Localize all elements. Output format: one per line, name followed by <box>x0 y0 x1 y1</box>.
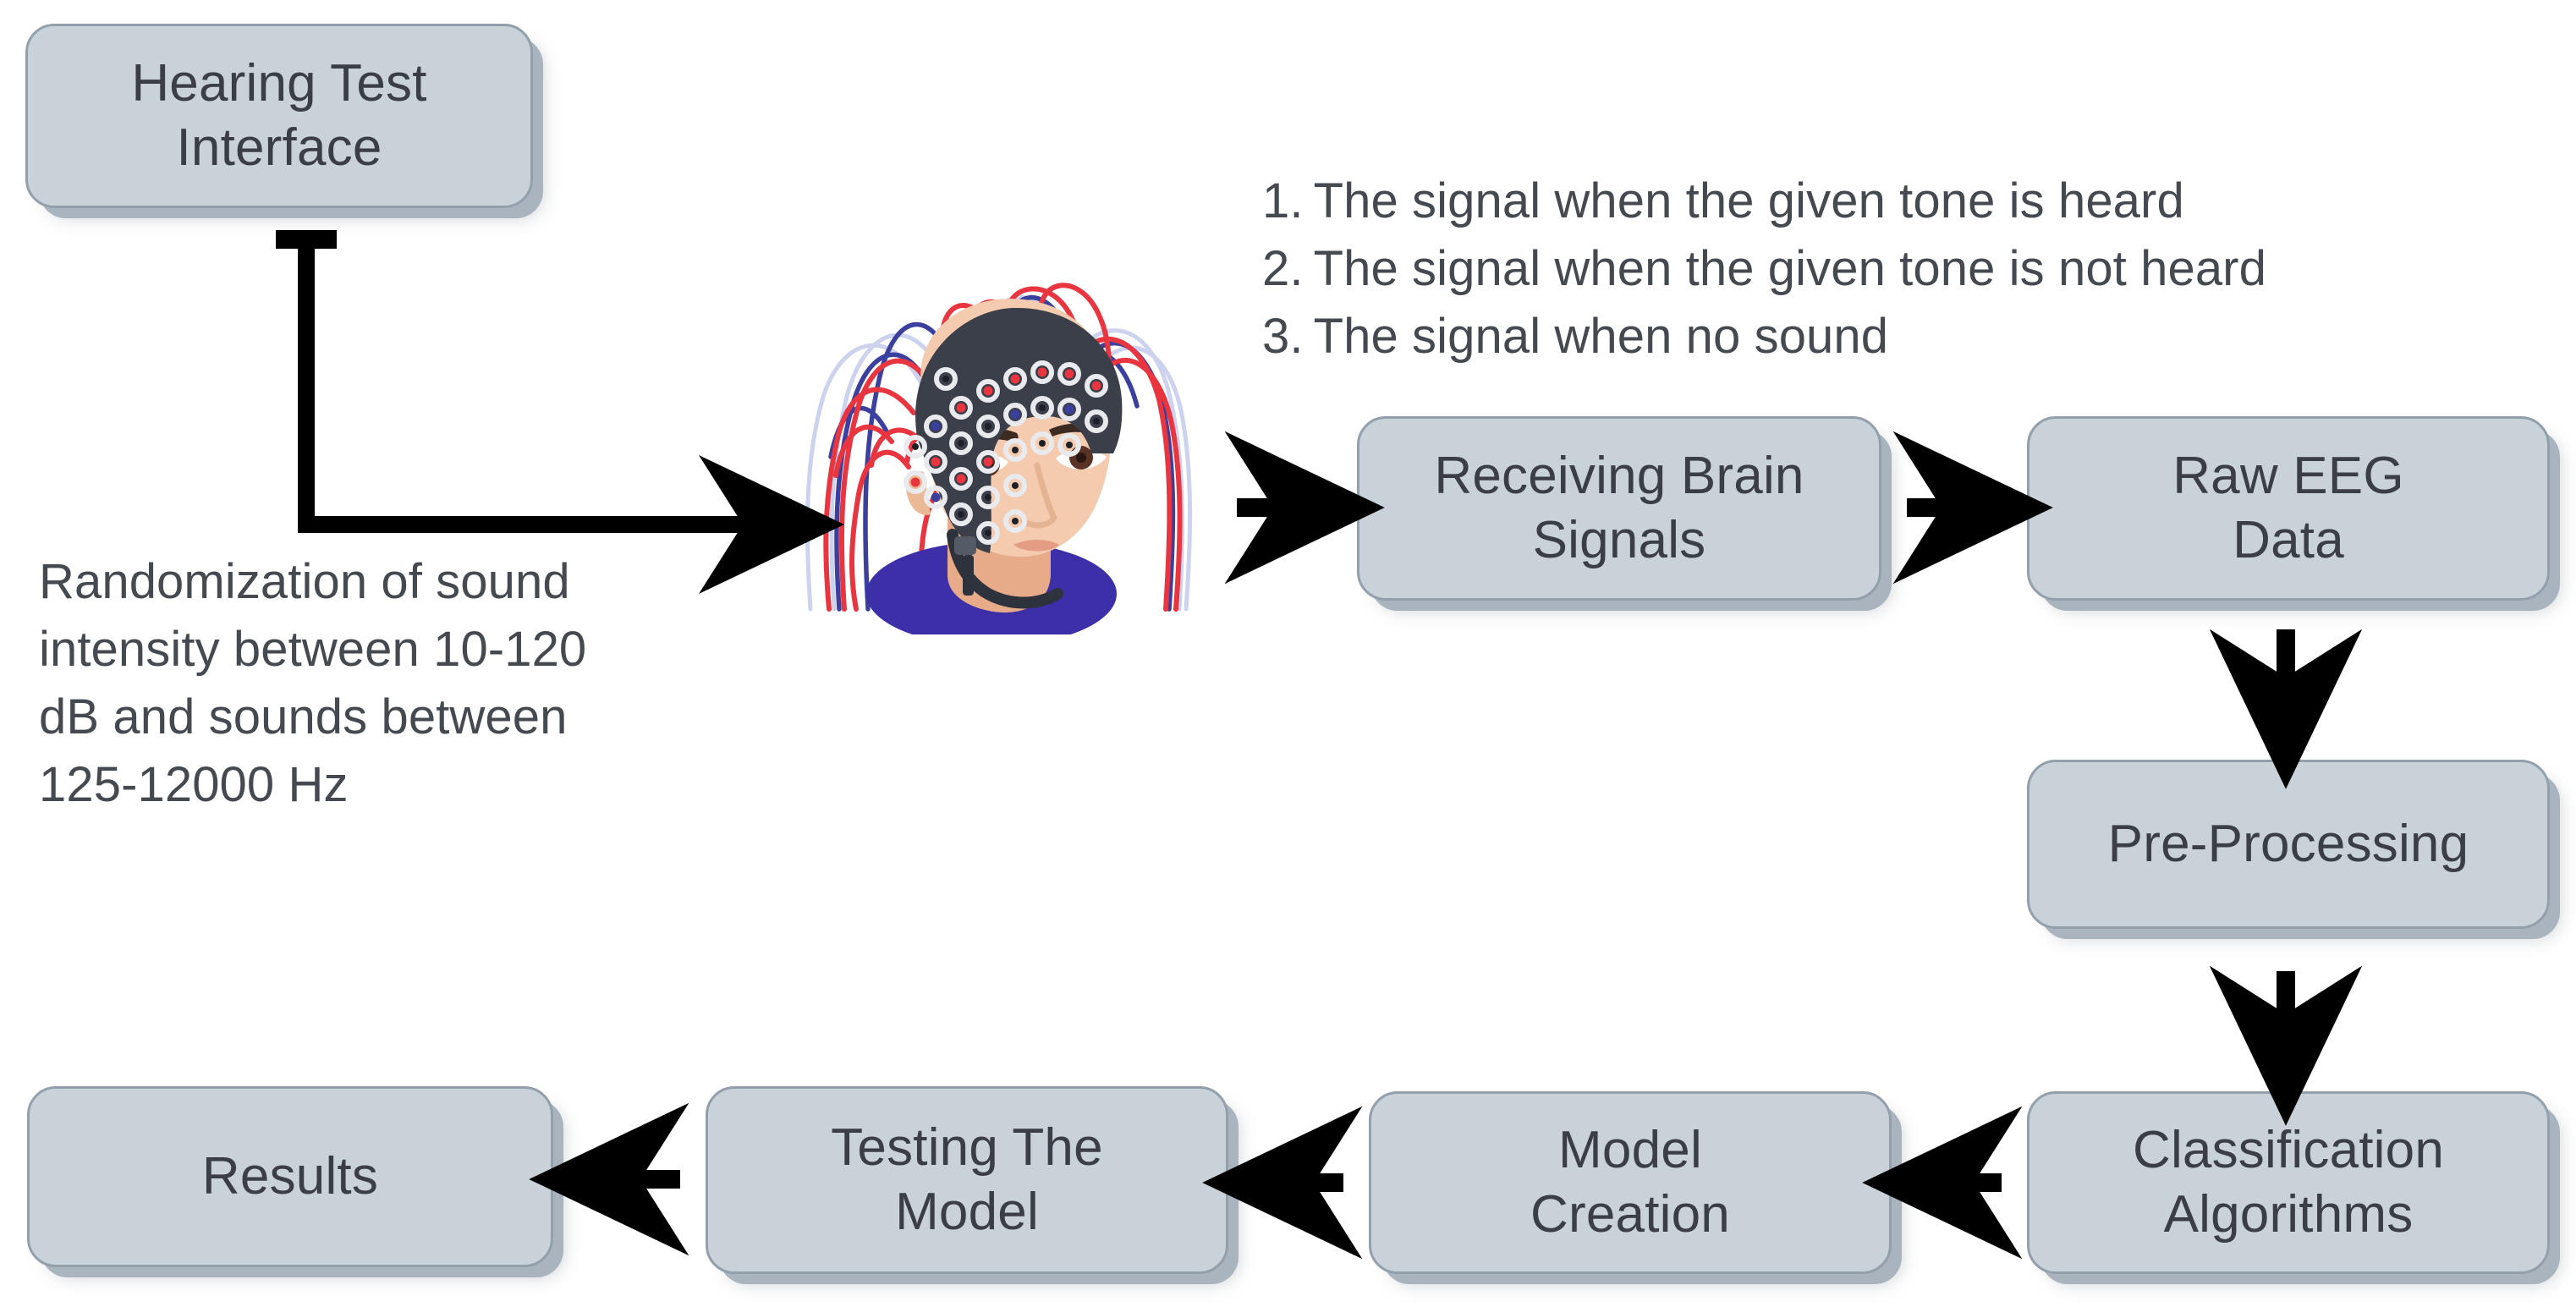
arrow-layer <box>276 230 2363 1260</box>
diagram-canvas: Hearing Test Interface Receiving Brain S… <box>0 0 2576 1307</box>
arrow-interface-to-subject <box>276 230 845 594</box>
